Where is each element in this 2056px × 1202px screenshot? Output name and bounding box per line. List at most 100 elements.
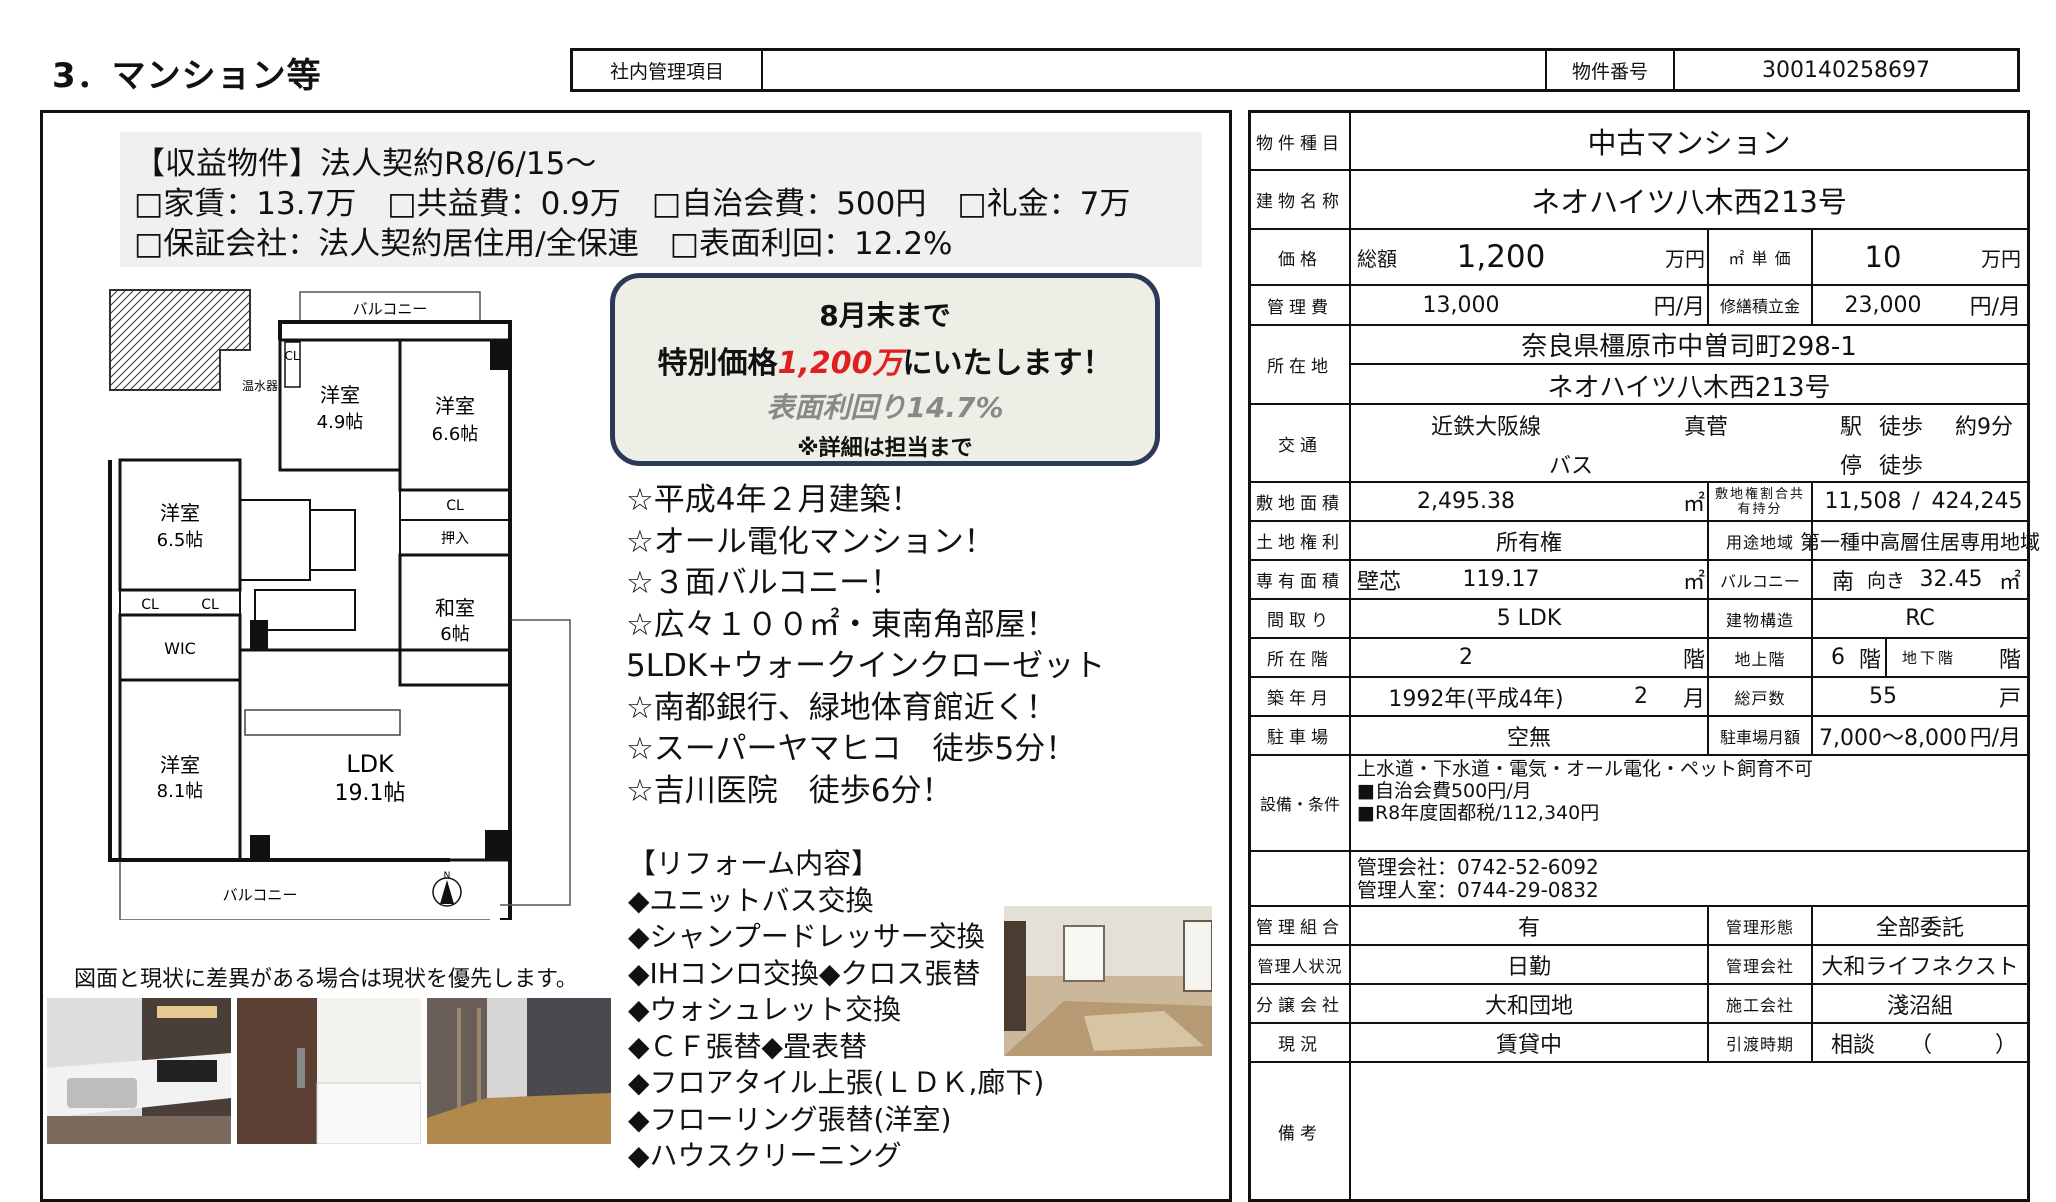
row-built: 築年月 1992年(平成4年) 2 月 総戸数 55 戸 bbox=[1251, 678, 2027, 717]
row-land-area: 敷地面積 2,495.38 ㎡ 敷地権割合共有持分 11,508 / 424,2… bbox=[1251, 483, 2027, 522]
below-ground-label: 地下階 bbox=[1885, 639, 1971, 676]
above-ground-unit: 階 bbox=[1858, 647, 1881, 673]
mgmt-fee-label: 管理費 bbox=[1251, 286, 1351, 324]
manager-status-label: 管理人状況 bbox=[1251, 946, 1351, 983]
north-label: N bbox=[444, 871, 451, 881]
floor-area-label: 専有面積 bbox=[1251, 561, 1351, 598]
built-year: 1992年(平成4年) bbox=[1388, 686, 1564, 712]
walk-time: 約9分 bbox=[1955, 414, 2013, 440]
equipment-text: 上水道・下水道・電気・オール電化・ペット飼育不可 ■自治会費500円/月 ■R8… bbox=[1357, 758, 1813, 824]
land-share-numerator: 11,508 bbox=[1824, 489, 1902, 514]
room-4-size: 6帖 bbox=[440, 624, 469, 645]
row-transport: 交通 近鉄大阪線 真菅 駅 徒歩 約9分 バス 停 徒歩 bbox=[1251, 405, 2027, 483]
row-price: 価格 総額 1,200 万円 ㎡ 単 価 10 万円 bbox=[1251, 230, 2027, 286]
contacts-label-cell bbox=[1251, 852, 1351, 905]
sheet-title: 3．マンション等 bbox=[52, 56, 322, 96]
price-value: 1,200 bbox=[1456, 239, 1546, 275]
row-parking: 駐車場 空無 駐車場月額 7,000～8,000 円/月 bbox=[1251, 717, 2027, 756]
builder-label: 施工会社 bbox=[1707, 985, 1813, 1022]
reform-item: ◆シャンプードレッサー交換 bbox=[628, 920, 985, 953]
mgmt-company-value: 大和ライフネクスト bbox=[1821, 954, 2019, 980]
reform-title: 【リフォーム内容】 bbox=[628, 847, 880, 880]
reform-item: ◆フロアタイル上張(ＬＤＫ,廊下) bbox=[628, 1066, 1045, 1099]
row-address: 所在地 奈良県橿原市中曽司町298-1 ネオハイツ八木西213号 bbox=[1251, 326, 2027, 405]
bus-stop-label: 停 bbox=[1839, 453, 1862, 479]
structure-label: 建物構造 bbox=[1707, 600, 1813, 637]
feature-item: ☆スーパーヤマヒコ 徒歩5分！ bbox=[626, 731, 1077, 767]
feature-item: 5LDK+ウォークインクローゼット bbox=[626, 648, 1106, 684]
property-number-label: 物件番号 bbox=[1547, 51, 1675, 89]
feature-item: ☆南都銀行、緑地体育館近く！ bbox=[626, 689, 1057, 726]
station-name: 真菅 bbox=[1683, 414, 1728, 440]
reform-list: 【リフォーム内容】 ◆ユニットバス交換 ◆シャンプードレッサー交換 ◆IHコンロ… bbox=[628, 846, 1044, 1175]
row-floor-area: 専有面積 壁芯 119.17 ㎡ バルコニー 南 向き 32.45 ㎡ bbox=[1251, 561, 2027, 600]
row-seller: 分譲会社 大和団地 施工会社 淺沼組 bbox=[1251, 985, 2027, 1024]
mgmt-form-value: 全部委託 bbox=[1875, 915, 1964, 941]
ldk-label: LDK bbox=[346, 750, 395, 778]
equipment-line: 上水道・下水道・電気・オール電化・ペット飼育不可 bbox=[1357, 758, 1814, 780]
reform-item: ◆ＣＦ張替◆畳表替 bbox=[628, 1029, 868, 1063]
handover-value: 相談 bbox=[1830, 1032, 1875, 1058]
row-equipment: 設備・条件 上水道・下水道・電気・オール電化・ペット飼育不可 ■自治会費500円… bbox=[1251, 756, 2027, 852]
promo-note: ※詳細は担当まで bbox=[797, 436, 973, 461]
rail-line: 近鉄大阪線 bbox=[1430, 414, 1541, 440]
promo-price: 1,200万 bbox=[777, 346, 903, 381]
layout-value: 5 LDK bbox=[1496, 606, 1562, 631]
above-ground-label: 地上階 bbox=[1707, 639, 1813, 676]
total-units-label: 総戸数 bbox=[1707, 678, 1813, 715]
repair-fund-unit: 円/月 bbox=[1969, 295, 2021, 320]
station-suffix: 駅 bbox=[1839, 414, 1862, 440]
reform-item: ◆ユニットバス交換 bbox=[628, 883, 874, 917]
parking-fee-unit: 円/月 bbox=[1969, 725, 2021, 751]
feature-item: ☆オール電化マンション！ bbox=[626, 523, 995, 560]
room-4-label: 和室 bbox=[435, 596, 475, 620]
property-number: 300140258697 bbox=[1762, 57, 1930, 83]
internal-management-label: 社内管理項目 bbox=[573, 51, 763, 89]
built-month-unit: 月 bbox=[1682, 686, 1705, 712]
row-contacts: 管理会社：0742-52-6092 管理人室：0744-29-0832 bbox=[1251, 852, 2027, 907]
management-company-phone: 管理会社：0742-52-6092 bbox=[1357, 855, 1599, 879]
parking-label: 駐車場 bbox=[1251, 717, 1351, 754]
row-remarks: 備考 bbox=[1251, 1063, 2027, 1199]
wic-label: WIC bbox=[164, 639, 196, 658]
row-floor: 所在階 2 階 地上階 6 階 地下階 階 bbox=[1251, 639, 2027, 678]
closet-label-2: CL bbox=[446, 498, 464, 514]
unit-price-value: 10 bbox=[1864, 240, 1902, 274]
equipment-line: ■R8年度固都税/112,340円 bbox=[1357, 802, 1600, 824]
seller-label: 分譲会社 bbox=[1251, 985, 1351, 1022]
features-list: ☆平成4年２月建築！ ☆オール電化マンション！ ☆３面バルコニー！ ☆広々１００… bbox=[626, 480, 1105, 812]
room-5-size: 8.1帖 bbox=[157, 781, 204, 802]
closet-label-4: CL bbox=[201, 597, 219, 613]
closet-label-3: CL bbox=[141, 597, 159, 613]
handover-label: 引渡時期 bbox=[1707, 1024, 1813, 1061]
bathroom-photo bbox=[237, 998, 421, 1144]
floor-area-value: 119.17 bbox=[1462, 567, 1540, 592]
mgmt-company-label: 管理会社 bbox=[1707, 946, 1813, 983]
layout-label: 間取り bbox=[1251, 600, 1351, 637]
balcony-facing-label: 向き bbox=[1866, 570, 1905, 592]
floor-unit: 階 bbox=[1682, 647, 1705, 673]
row-type: 物件種目 中古マンション bbox=[1251, 113, 2027, 171]
internal-management-value[interactable] bbox=[763, 51, 1547, 89]
address-line-2: ネオハイツ八木西213号 bbox=[1547, 372, 1831, 403]
equipment-label: 設備・条件 bbox=[1251, 756, 1351, 850]
name-value: ネオハイツ八木西213号 bbox=[1531, 184, 1847, 219]
feature-item: ☆３面バルコニー！ bbox=[626, 565, 902, 601]
summary-line-2: □家賃：13.7万 □共益費：0.9万 □自治会費：500円 □礼金：7万 bbox=[134, 186, 1131, 222]
row-union: 管理組合 有 管理形態 全部委託 bbox=[1251, 907, 2027, 946]
floor-plan: バルコニー 温水器 CL 洋室 4.9帖 洋室 6.6帖 CL 押入 洋室 6.… bbox=[108, 289, 571, 920]
promo-price-suffix: にいたします！ bbox=[902, 346, 1113, 381]
room-1-size: 4.9帖 bbox=[317, 412, 364, 433]
type-value: 中古マンション bbox=[1587, 126, 1791, 160]
promo-price-prefix: 特別価格 bbox=[657, 346, 778, 381]
seller-value: 大和団地 bbox=[1484, 993, 1573, 1019]
reform-item: ◆ウォシュレット交換 bbox=[628, 993, 901, 1026]
feature-item: ☆平成4年２月建築！ bbox=[626, 482, 922, 518]
row-fees: 管理費 13,000 円/月 修繕積立金 23,000 円/月 bbox=[1251, 286, 2027, 326]
land-area-value: 2,495.38 bbox=[1417, 489, 1515, 514]
transport-label: 交通 bbox=[1251, 405, 1351, 481]
parking-value: 空無 bbox=[1506, 725, 1551, 751]
walk-label: 徒歩 bbox=[1878, 414, 1923, 440]
land-share-label: 敷地権割合共有持分 bbox=[1707, 483, 1813, 520]
summary-box: 【収益物件】法人契約R8/6/15～ □家賃：13.7万 □共益費：0.9万 □… bbox=[120, 132, 1202, 267]
